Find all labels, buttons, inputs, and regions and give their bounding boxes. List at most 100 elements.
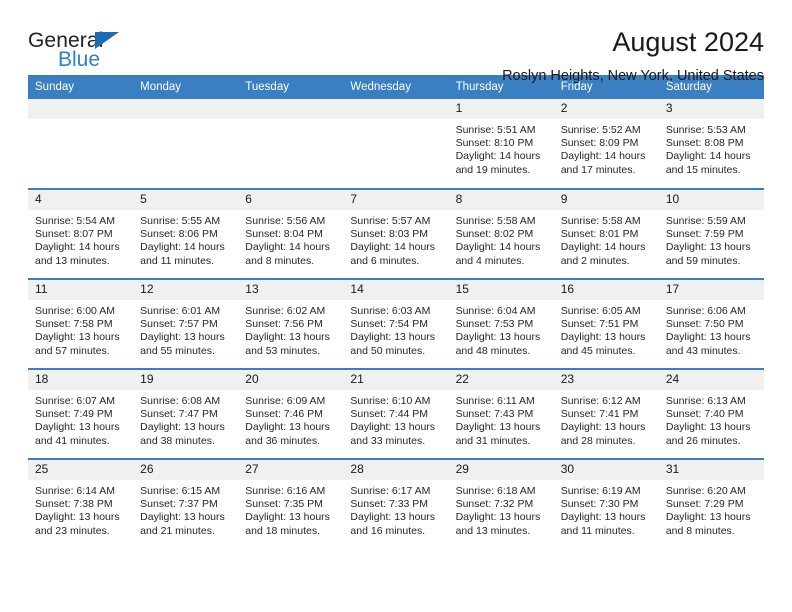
day-number: 2 — [553, 99, 659, 119]
day-number: 10 — [658, 190, 764, 210]
day-cell-inner: 18 Sunrise: 6:07 AM Sunset: 7:49 PM Dayligh… — [28, 370, 134, 458]
calendar-day-cell[interactable]: 23 Sunrise: 6:12 AM Sunset: 7:41 PM Dayligh… — [553, 368, 659, 459]
daylight-duration-line2: and 13 minutes. — [35, 254, 110, 267]
calendar-day-cell[interactable]: 24 Sunrise: 6:13 AM Sunset: 7:40 PM Dayligh… — [658, 368, 764, 459]
calendar-day-cell[interactable]: 1 Sunrise: 5:51 AM Sunset: 8:10 PM Daylight… — [448, 99, 554, 189]
day-number: 1 — [448, 99, 554, 119]
calendar-day-cell[interactable]: 8 Sunrise: 5:58 AM Sunset: 8:02 PM Daylight… — [448, 188, 554, 279]
day-number: 28 — [343, 460, 449, 480]
daylight-duration-line1: Daylight: 13 hours — [455, 511, 541, 524]
calendar-day-cell[interactable]: 28 Sunrise: 6:17 AM Sunset: 7:33 PM Dayligh… — [343, 458, 449, 549]
calendar-day-cell[interactable]: 14 Sunrise: 6:03 AM Sunset: 7:54 PM Dayligh… — [343, 278, 449, 369]
sunset-time: Sunset: 8:04 PM — [245, 228, 323, 241]
daylight-duration-line2: and 16 minutes. — [350, 524, 426, 537]
daylight-duration-line1: Daylight: 13 hours — [140, 421, 225, 434]
calendar-week-row: 18 Sunrise: 6:07 AM Sunset: 7:49 PM Dayligh… — [28, 368, 764, 459]
sunrise-time: Sunrise: 6:16 AM — [245, 485, 326, 497]
day-details: Sunrise: 6:14 AM Sunset: 7:38 PM Daylight:… — [28, 480, 133, 538]
sunrise-time: Sunrise: 5:56 AM — [245, 215, 326, 227]
day-number: 19 — [133, 370, 239, 390]
day-cell-inner: 17 Sunrise: 6:06 AM Sunset: 7:50 PM Dayligh… — [658, 280, 764, 368]
calendar-day-cell[interactable]: 21 Sunrise: 6:10 AM Sunset: 7:44 PM Dayligh… — [343, 368, 449, 459]
location-subtitle: Roslyn Heights, New York, United States — [502, 68, 764, 85]
sunrise-time: Sunrise: 6:02 AM — [245, 305, 326, 317]
day-number: 24 — [658, 370, 764, 390]
calendar-day-cell[interactable]: 11 Sunrise: 6:00 AM Sunset: 7:58 PM Dayligh… — [28, 278, 134, 369]
daylight-duration-line1: Daylight: 14 hours — [560, 150, 646, 163]
calendar-day-cell[interactable]: 2 Sunrise: 5:52 AM Sunset: 8:09 PM Daylight… — [553, 99, 659, 189]
day-cell-inner: 19 Sunrise: 6:08 AM Sunset: 7:47 PM Dayligh… — [133, 370, 239, 458]
day-cell-inner — [238, 99, 344, 187]
calendar-day-cell — [28, 99, 134, 189]
calendar-day-cell — [343, 99, 449, 189]
daylight-duration-line2: and 11 minutes. — [560, 524, 635, 537]
daylight-duration-line2: and 33 minutes. — [350, 434, 426, 447]
calendar-day-cell[interactable]: 10 Sunrise: 5:59 AM Sunset: 7:59 PM Dayligh… — [658, 188, 764, 279]
day-number: 27 — [238, 460, 344, 480]
sunrise-time: Sunrise: 6:20 AM — [665, 485, 746, 497]
sunrise-time: Sunrise: 6:04 AM — [455, 305, 536, 317]
calendar-day-cell[interactable]: 26 Sunrise: 6:15 AM Sunset: 7:37 PM Dayligh… — [133, 458, 239, 549]
calendar-day-cell[interactable]: 15 Sunrise: 6:04 AM Sunset: 7:53 PM Dayligh… — [448, 278, 554, 369]
day-number: 16 — [553, 280, 659, 300]
daylight-duration-line2: and 53 minutes. — [245, 344, 320, 357]
calendar-day-cell[interactable]: 9 Sunrise: 5:58 AM Sunset: 8:01 PM Daylight… — [553, 188, 659, 279]
daylight-duration-line2: and 2 minutes. — [560, 254, 630, 267]
calendar-day-cell[interactable]: 31 Sunrise: 6:20 AM Sunset: 7:29 PM Dayligh… — [658, 458, 764, 549]
sunrise-time: Sunrise: 6:08 AM — [140, 395, 221, 407]
calendar-day-cell[interactable]: 29 Sunrise: 6:18 AM Sunset: 7:32 PM Dayligh… — [448, 458, 554, 549]
daylight-duration-line2: and 57 minutes. — [35, 344, 110, 357]
day-number: 25 — [28, 460, 134, 480]
day-details: Sunrise: 6:11 AM Sunset: 7:43 PM Daylight:… — [449, 390, 554, 448]
calendar-day-cell[interactable]: 19 Sunrise: 6:08 AM Sunset: 7:47 PM Dayligh… — [133, 368, 239, 459]
day-details: Sunrise: 6:12 AM Sunset: 7:41 PM Daylight:… — [554, 390, 659, 448]
day-details: Sunrise: 5:58 AM Sunset: 8:01 PM Daylight:… — [554, 210, 659, 268]
day-number: 14 — [343, 280, 449, 300]
day-cell-inner — [28, 99, 134, 187]
sunset-time: Sunset: 7:50 PM — [665, 318, 744, 331]
sunrise-time: Sunrise: 5:52 AM — [560, 124, 641, 136]
daylight-duration-line2: and 59 minutes. — [665, 254, 741, 267]
calendar-day-cell[interactable]: 5 Sunrise: 5:55 AM Sunset: 8:06 PM Daylight… — [133, 188, 239, 279]
calendar-day-cell[interactable]: 30 Sunrise: 6:19 AM Sunset: 7:30 PM Dayligh… — [553, 458, 659, 549]
weekday-header-tuesday: Tuesday — [238, 75, 344, 99]
calendar-day-cell[interactable]: 3 Sunrise: 5:53 AM Sunset: 8:08 PM Daylight… — [658, 99, 764, 189]
calendar-day-cell[interactable]: 20 Sunrise: 6:09 AM Sunset: 7:46 PM Dayligh… — [238, 368, 344, 459]
weekday-header-wednesday: Wednesday — [343, 75, 449, 99]
calendar-day-cell[interactable]: 18 Sunrise: 6:07 AM Sunset: 7:49 PM Dayligh… — [28, 368, 134, 459]
calendar-day-cell[interactable]: 13 Sunrise: 6:02 AM Sunset: 7:56 PM Dayligh… — [238, 278, 344, 369]
calendar-day-cell[interactable]: 7 Sunrise: 5:57 AM Sunset: 8:03 PM Daylight… — [343, 188, 449, 279]
day-cell-inner: 11 Sunrise: 6:00 AM Sunset: 7:58 PM Dayligh… — [28, 280, 134, 368]
day-number: 5 — [133, 190, 239, 210]
calendar-day-cell[interactable]: 6 Sunrise: 5:56 AM Sunset: 8:04 PM Daylight… — [238, 188, 344, 279]
calendar-day-cell[interactable]: 12 Sunrise: 6:01 AM Sunset: 7:57 PM Dayligh… — [133, 278, 239, 369]
calendar-day-cell[interactable]: 25 Sunrise: 6:14 AM Sunset: 7:38 PM Dayligh… — [28, 458, 134, 549]
calendar-day-cell[interactable]: 22 Sunrise: 6:11 AM Sunset: 7:43 PM Dayligh… — [448, 368, 554, 459]
daylight-duration-line1: Daylight: 13 hours — [350, 511, 436, 524]
day-cell-inner: 13 Sunrise: 6:02 AM Sunset: 7:56 PM Dayligh… — [238, 280, 344, 368]
calendar-day-cell[interactable]: 27 Sunrise: 6:16 AM Sunset: 7:35 PM Dayligh… — [238, 458, 344, 549]
calendar-day-cell[interactable]: 4 Sunrise: 5:54 AM Sunset: 8:07 PM Daylight… — [28, 188, 134, 279]
daylight-duration-line2: and 4 minutes. — [455, 254, 525, 267]
sunrise-time: Sunrise: 6:18 AM — [455, 485, 536, 497]
day-details: Sunrise: 6:17 AM Sunset: 7:33 PM Daylight:… — [343, 480, 448, 538]
sunset-time: Sunset: 7:57 PM — [140, 318, 218, 331]
sunrise-time: Sunrise: 6:14 AM — [35, 485, 115, 497]
calendar-day-cell[interactable]: 16 Sunrise: 6:05 AM Sunset: 7:51 PM Dayligh… — [553, 278, 659, 369]
page-title: August 2024 — [612, 27, 764, 57]
calendar-day-cell[interactable]: 17 Sunrise: 6:06 AM Sunset: 7:50 PM Dayligh… — [658, 278, 764, 369]
day-number: 4 — [28, 190, 134, 210]
day-cell-inner: 24 Sunrise: 6:13 AM Sunset: 7:40 PM Dayligh… — [658, 370, 764, 458]
day-cell-inner: 27 Sunrise: 6:16 AM Sunset: 7:35 PM Dayligh… — [238, 460, 344, 548]
logo-text-blue: Blue — [58, 48, 101, 71]
day-details: Sunrise: 6:15 AM Sunset: 7:37 PM Daylight:… — [133, 480, 238, 538]
day-details: Sunrise: 6:20 AM Sunset: 7:29 PM Daylight:… — [659, 480, 764, 538]
daylight-duration-line1: Daylight: 13 hours — [455, 331, 541, 344]
generalblue-logo[interactable]: General Blue — [28, 28, 138, 74]
daylight-duration-line2: and 31 minutes. — [455, 434, 531, 447]
day-number: 15 — [448, 280, 554, 300]
day-number — [343, 99, 449, 119]
daylight-duration-line2: and 8 minutes. — [665, 524, 735, 537]
day-number: 20 — [238, 370, 344, 390]
sunset-time: Sunset: 7:35 PM — [245, 498, 323, 511]
